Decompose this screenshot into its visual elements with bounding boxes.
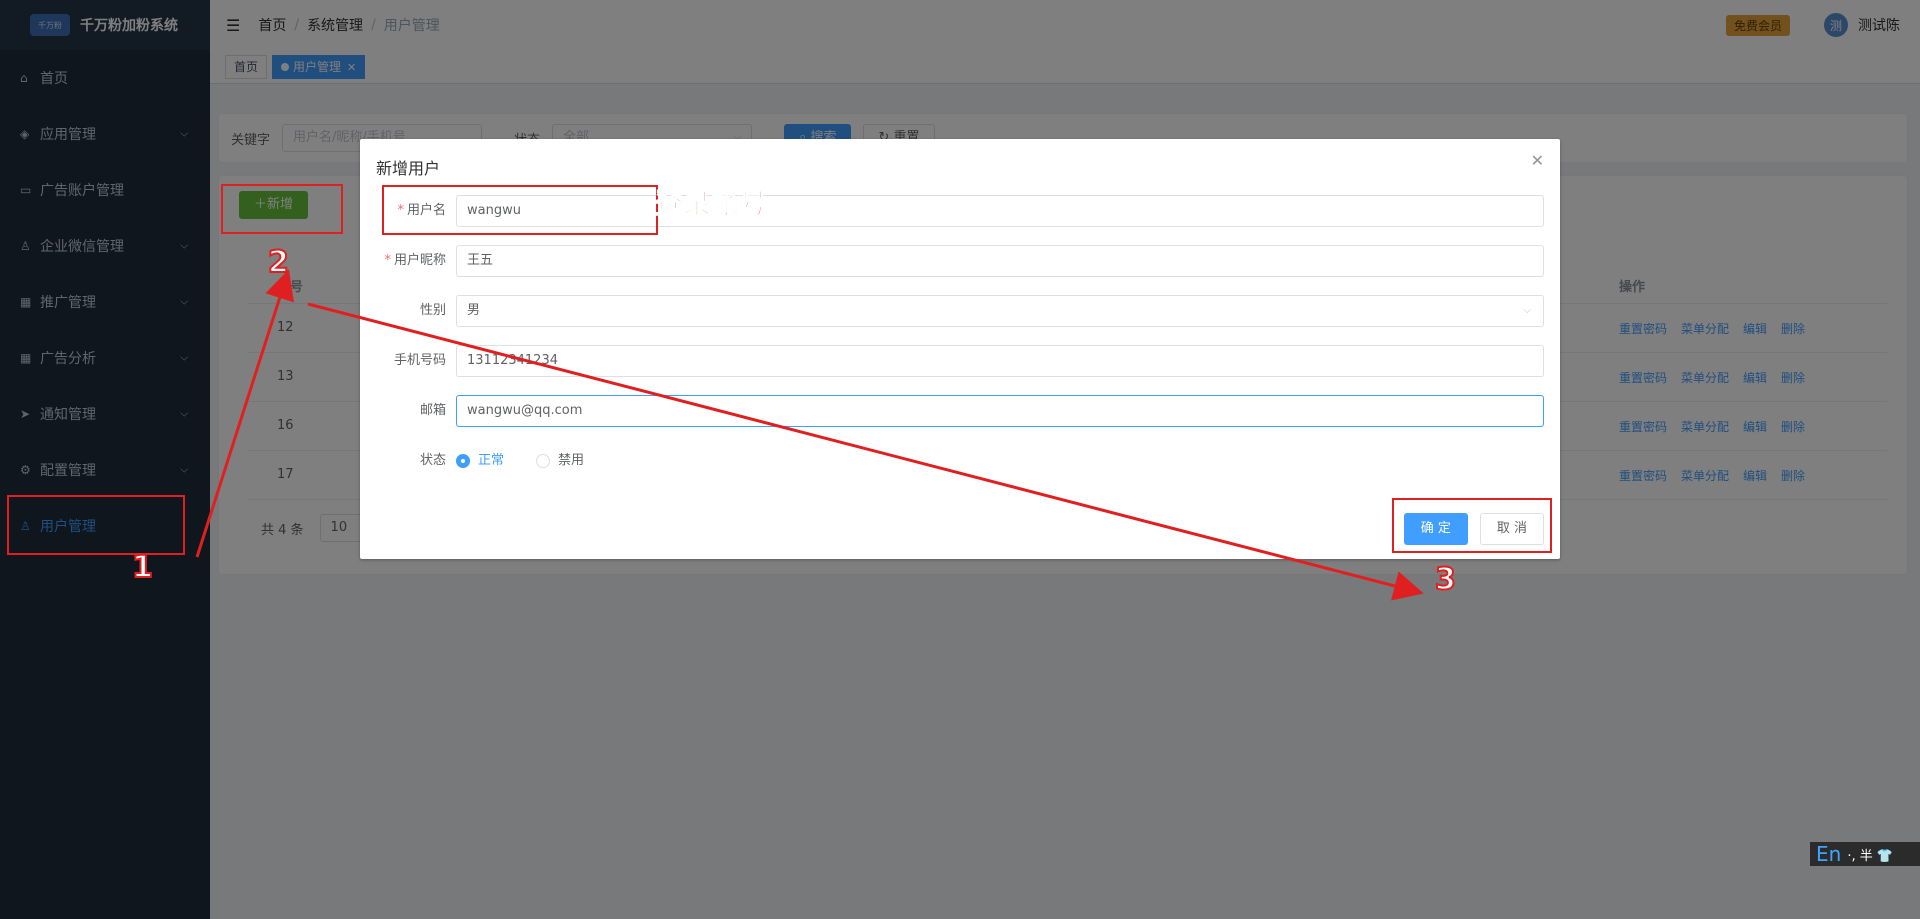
status-radio-disabled[interactable]: 禁用: [536, 445, 584, 477]
gender-label: 性别: [419, 303, 446, 318]
nickname-label-text: 用户昵称: [393, 253, 446, 268]
required-mark: *: [384, 253, 391, 268]
radio-label: 正常: [478, 453, 505, 468]
annotation-login-account: 登录账号: [654, 187, 768, 221]
status-radio-normal[interactable]: 正常: [456, 445, 504, 477]
form-row-email: 邮箱 wangwu@qq.com: [360, 395, 1560, 427]
ime-status-bar[interactable]: En ·, 半 👕: [1810, 842, 1920, 866]
nickname-field[interactable]: 王五: [456, 245, 1544, 277]
chevron-down-icon: ⌵: [1523, 305, 1531, 316]
phone-label: 手机号码: [393, 353, 446, 368]
ime-language: En: [1816, 842, 1842, 866]
close-icon[interactable]: ✕: [1531, 151, 1544, 170]
annotation-step-3: 3: [1434, 561, 1457, 598]
radio-checked-icon: [456, 454, 470, 468]
phone-field[interactable]: 13112341234: [456, 345, 1544, 377]
form-row-nickname: * 用户昵称 王五: [360, 245, 1560, 277]
email-label: 邮箱: [419, 403, 446, 418]
dialog-title: 新增用户: [376, 159, 441, 178]
annotation-box-add: [221, 184, 343, 234]
radio-unchecked-icon: [536, 454, 550, 468]
annotation-box-username: [382, 185, 658, 235]
form-row-status: 状态 正常 禁用: [360, 445, 1560, 477]
nickname-label: * 用户昵称: [384, 245, 446, 277]
form-row-phone: 手机号码 13112341234: [360, 345, 1560, 377]
annotation-box-menu: [7, 495, 185, 555]
radio-label: 禁用: [558, 453, 585, 468]
gender-select[interactable]: 男 ⌵: [456, 295, 1544, 327]
status-label: 状态: [419, 453, 446, 468]
annotation-step-2: 2: [267, 244, 290, 281]
gender-select-value: 男: [467, 303, 481, 318]
annotation-step-1: 1: [131, 549, 154, 586]
ime-indicators: ·, 半 👕: [1847, 848, 1894, 864]
form-row-gender: 性别 男 ⌵: [360, 295, 1560, 327]
email-field[interactable]: wangwu@qq.com: [456, 395, 1544, 427]
annotation-box-confirm: [1392, 498, 1552, 553]
